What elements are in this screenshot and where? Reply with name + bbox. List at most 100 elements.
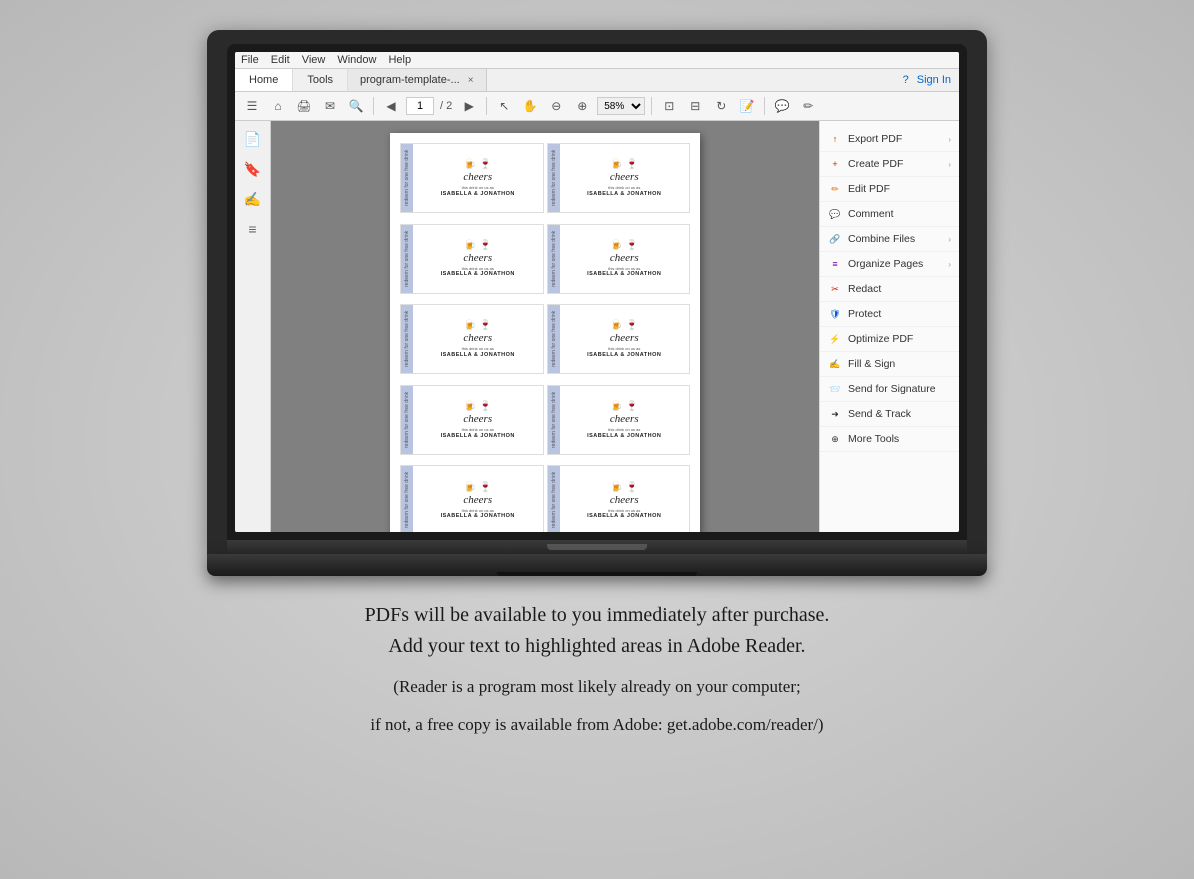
tab-close-btn[interactable]: × [468, 75, 474, 86]
zoom-select[interactable]: 58% 100% 150% [597, 97, 645, 115]
more-tools-btn[interactable]: ⊕ More Tools [820, 427, 959, 452]
screen-bezel: File Edit View Window Help Home Tools pr… [227, 44, 967, 540]
left-panel-signature-icon[interactable]: ✍ [241, 187, 265, 211]
ticket-9-side: redeem for one free drink [401, 466, 413, 532]
toolbar-fit-page[interactable]: ⊡ [658, 95, 680, 117]
ticket-7-name: ISABELLA & JONATHON [441, 433, 515, 439]
tab-file[interactable]: program-template-... × [348, 69, 487, 91]
create-pdf-btn[interactable]: + Create PDF › [820, 152, 959, 177]
menu-help[interactable]: Help [388, 54, 411, 66]
toolbar-email[interactable]: ✉ [319, 95, 341, 117]
edit-pdf-btn[interactable]: ✏ Edit PDF [820, 177, 959, 202]
menu-view[interactable]: View [302, 54, 326, 66]
organize-arrow: › [948, 260, 951, 269]
ticket-2-icons: 🍺 🍷 [610, 159, 638, 170]
export-pdf-icon: ↑ [828, 132, 842, 146]
beer-icon-3: 🍺 [464, 240, 476, 251]
toolbar-zoom-in[interactable]: ⊕ [571, 95, 593, 117]
below-line-2: Add your text to highlighted areas in Ad… [365, 631, 830, 662]
fill-sign-label: Fill & Sign [848, 358, 951, 370]
wine-icon-9: 🍷 [479, 482, 491, 493]
toolbar-search[interactable]: 🔍 [345, 95, 367, 117]
ticket-4-cheers: cheers [610, 253, 639, 264]
toolbar-pen[interactable]: ✏ [797, 95, 819, 117]
send-signature-label: Send for Signature [848, 383, 951, 395]
send-signature-btn[interactable]: 📨 Send for Signature [820, 377, 959, 402]
left-panel-layers-icon[interactable]: ≡ [241, 217, 265, 241]
ticket-7-icons: 🍺 🍷 [464, 401, 492, 412]
page-number-input[interactable] [406, 97, 434, 115]
ticket-9-icons: 🍺 🍷 [464, 482, 492, 493]
ticket-10: redeem for one free drink 🍺 🍷 cheers th [547, 465, 691, 532]
comment-icon: 💬 [828, 207, 842, 221]
tab-tools[interactable]: Tools [293, 69, 348, 91]
wine-icon-2: 🍷 [626, 159, 638, 170]
fill-sign-icon: ✍ [828, 357, 842, 371]
below-line-1: PDFs will be available to you immediatel… [365, 600, 830, 631]
combine-files-btn[interactable]: 🔗 Combine Files › [820, 227, 959, 252]
ticket-6-icons: 🍺 🍷 [610, 320, 638, 331]
ticket-2: redeem for one free drink 🍺 🍷 cheers th [547, 143, 691, 213]
ticket-1-side: redeem for one free drink [401, 144, 413, 212]
toolbar-cursor[interactable]: ↖ [493, 95, 515, 117]
ticket-2-side: redeem for one free drink [548, 144, 560, 212]
send-track-label: Send & Track [848, 408, 951, 420]
send-signature-icon: 📨 [828, 382, 842, 396]
ticket-3-main: 🍺 🍷 cheers this drink on us as ISABELLA … [413, 225, 543, 293]
beer-icon-2: 🍺 [610, 159, 622, 170]
export-pdf-btn[interactable]: ↑ Export PDF › [820, 127, 959, 152]
ticket-6-main: 🍺 🍷 cheers this drink on us as ISABELLA … [560, 305, 690, 373]
toolbar-prev-page[interactable]: ◀ [380, 95, 402, 117]
acrobat-ui: File Edit View Window Help Home Tools pr… [235, 52, 959, 532]
menu-window[interactable]: Window [337, 54, 376, 66]
optimize-btn[interactable]: ⚡ Optimize PDF [820, 327, 959, 352]
edit-pdf-label: Edit PDF [848, 183, 951, 195]
wine-icon-10: 🍷 [626, 482, 638, 493]
toolbar-comment[interactable]: 💬 [771, 95, 793, 117]
toolbar-thumbnail[interactable]: ☰ [241, 95, 263, 117]
pdf-viewer[interactable]: redeem for one free drink 🍺 🍷 cheers th [271, 121, 819, 532]
toolbar-home[interactable]: ⌂ [267, 95, 289, 117]
protect-label: Protect [848, 308, 951, 320]
wine-icon-6: 🍷 [626, 320, 638, 331]
help-icon[interactable]: ? [903, 74, 909, 86]
toolbar-hand[interactable]: ✋ [519, 95, 541, 117]
ticket-5: redeem for one free drink 🍺 🍷 cheers th [400, 304, 544, 374]
left-panel-bookmark-icon[interactable]: 🔖 [241, 157, 265, 181]
optimize-label: Optimize PDF [848, 333, 951, 345]
comment-btn[interactable]: 💬 Comment [820, 202, 959, 227]
fill-sign-btn[interactable]: ✍ Fill & Sign [820, 352, 959, 377]
toolbar-fit-width[interactable]: ⊟ [684, 95, 706, 117]
ticket-2-cheers: cheers [610, 172, 639, 183]
ticket-2-main: 🍺 🍷 cheers this drink on us as ISABELLA … [560, 144, 690, 212]
toolbar-zoom-out[interactable]: ⊖ [545, 95, 567, 117]
toolbar-annotation[interactable]: 📝 [736, 95, 758, 117]
toolbar-next-page[interactable]: ▶ [458, 95, 480, 117]
organize-pages-btn[interactable]: ≡ Organize Pages › [820, 252, 959, 277]
toolbar-print[interactable]: 🖨 [293, 95, 315, 117]
redact-icon: ✂ [828, 282, 842, 296]
sign-in-btn[interactable]: Sign In [917, 74, 951, 86]
menu-edit[interactable]: Edit [271, 54, 290, 66]
menu-file[interactable]: File [241, 54, 259, 66]
export-pdf-label: Export PDF [848, 133, 942, 145]
organize-icon: ≡ [828, 257, 842, 271]
ticket-4-main: 🍺 🍷 cheers this drink on us as ISABELLA … [560, 225, 690, 293]
left-panel: 📄 🔖 ✍ ≡ [235, 121, 271, 532]
optimize-icon: ⚡ [828, 332, 842, 346]
ticket-8-side: redeem for one free drink [548, 386, 560, 454]
ticket-5-main: 🍺 🍷 cheers this drink on us as ISABELLA … [413, 305, 543, 373]
tab-home[interactable]: Home [235, 69, 293, 91]
toolbar-rotate[interactable]: ↻ [710, 95, 732, 117]
beer-icon-5: 🍺 [464, 320, 476, 331]
protect-btn[interactable]: 🛡 Protect [820, 302, 959, 327]
laptop-screen: File Edit View Window Help Home Tools pr… [235, 52, 959, 532]
send-track-btn[interactable]: ➜ Send & Track [820, 402, 959, 427]
ticket-8-cheers: cheers [610, 414, 639, 425]
ticket-6-cheers: cheers [610, 333, 639, 344]
redact-btn[interactable]: ✂ Redact [820, 277, 959, 302]
beer-icon-6: 🍺 [610, 320, 622, 331]
left-panel-page-icon[interactable]: 📄 [241, 127, 265, 151]
ticket-1-cheers: cheers [463, 172, 492, 183]
ticket-3: redeem for one free drink 🍺 🍷 cheers th [400, 224, 544, 294]
